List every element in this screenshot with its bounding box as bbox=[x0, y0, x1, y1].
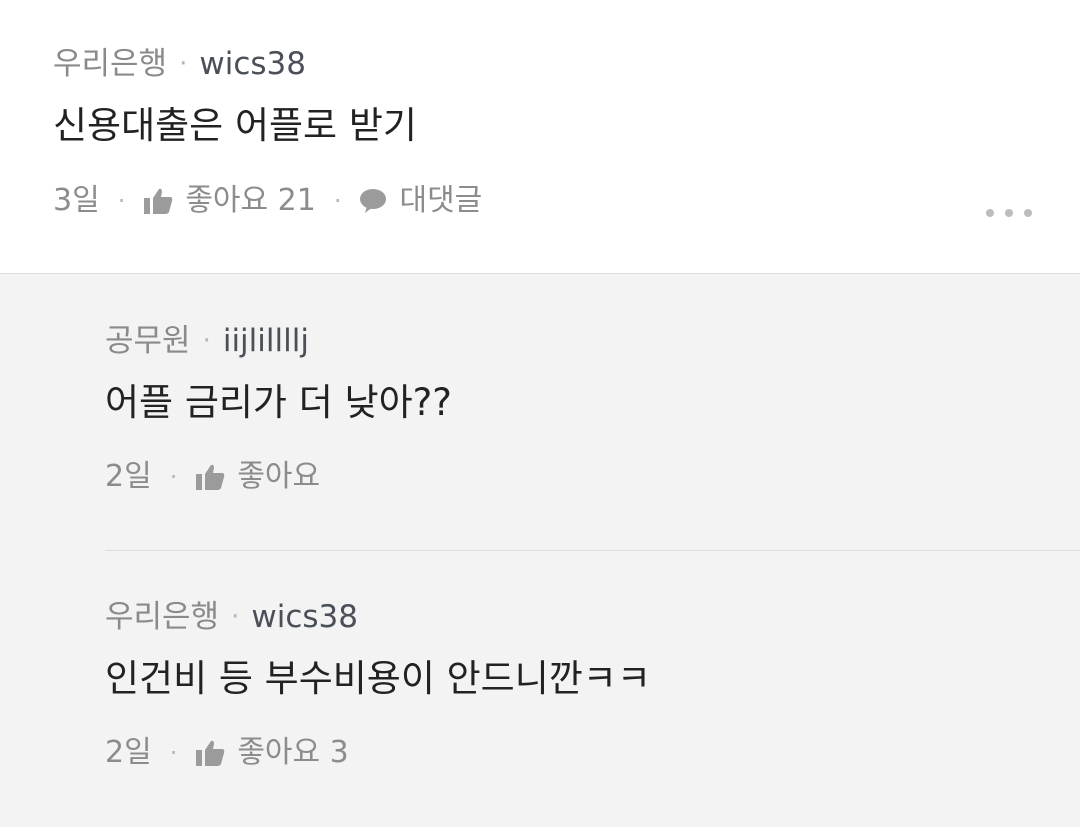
more-options-button[interactable] bbox=[986, 203, 1032, 223]
more-dots-icon bbox=[986, 209, 994, 217]
thumbs-up-icon bbox=[195, 463, 225, 491]
reply-meta: 2일 · 좋아요 bbox=[105, 457, 320, 497]
thumbs-up-icon bbox=[195, 739, 225, 767]
author-affiliation: 공무원 bbox=[105, 323, 191, 359]
reply-age: 2일 bbox=[105, 459, 152, 494]
reply-label: 대댓글 bbox=[399, 183, 483, 218]
like-button[interactable]: 좋아요 bbox=[195, 457, 320, 497]
replies-list: 공무원 · iijlillllj 어플 금리가 더 낮아?? 2일 · 좋아요 … bbox=[0, 275, 1080, 827]
like-button[interactable]: 좋아요 21 bbox=[143, 181, 316, 221]
comment-age: 3일 bbox=[53, 183, 100, 218]
comment-text: 신용대출은 어플로 받기 bbox=[53, 104, 417, 147]
author-affiliation: 우리은행 bbox=[105, 599, 220, 635]
comment-meta: 3일 · 좋아요 21 · 대댓글 bbox=[53, 181, 482, 221]
author-affiliation: 우리은행 bbox=[53, 46, 168, 82]
reply-divider bbox=[105, 550, 1080, 551]
reply-text: 인건비 등 부수비용이 안드니깐ㅋㅋ bbox=[105, 657, 651, 700]
main-comment: 우리은행 · wics38 신용대출은 어플로 받기 3일 · 좋아요 21 · bbox=[0, 0, 1080, 274]
reply-author[interactable]: 공무원 · iijlillllj bbox=[105, 321, 309, 361]
separator-dot: · bbox=[231, 602, 240, 632]
thumbs-up-icon bbox=[143, 187, 173, 215]
separator-dot: · bbox=[202, 326, 211, 356]
reply-button[interactable]: 대댓글 bbox=[359, 181, 482, 221]
like-label: 좋아요 bbox=[237, 459, 321, 494]
author-nickname[interactable]: wics38 bbox=[199, 44, 306, 84]
speech-bubble-icon bbox=[359, 188, 387, 214]
author-nickname[interactable]: iijlillllj bbox=[223, 321, 309, 361]
reply-author[interactable]: 우리은행 · wics38 bbox=[105, 597, 358, 637]
reply-meta: 2일 · 좋아요 3 bbox=[105, 733, 349, 773]
reply-age: 2일 bbox=[105, 735, 152, 770]
author-nickname[interactable]: wics38 bbox=[251, 597, 358, 637]
separator-dot: · bbox=[179, 49, 188, 79]
reply-text: 어플 금리가 더 낮아?? bbox=[105, 381, 452, 424]
comment-author[interactable]: 우리은행 · wics38 bbox=[53, 44, 306, 84]
like-label: 좋아요 3 bbox=[237, 735, 349, 770]
like-label: 좋아요 21 bbox=[185, 183, 316, 218]
like-button[interactable]: 좋아요 3 bbox=[195, 733, 349, 773]
